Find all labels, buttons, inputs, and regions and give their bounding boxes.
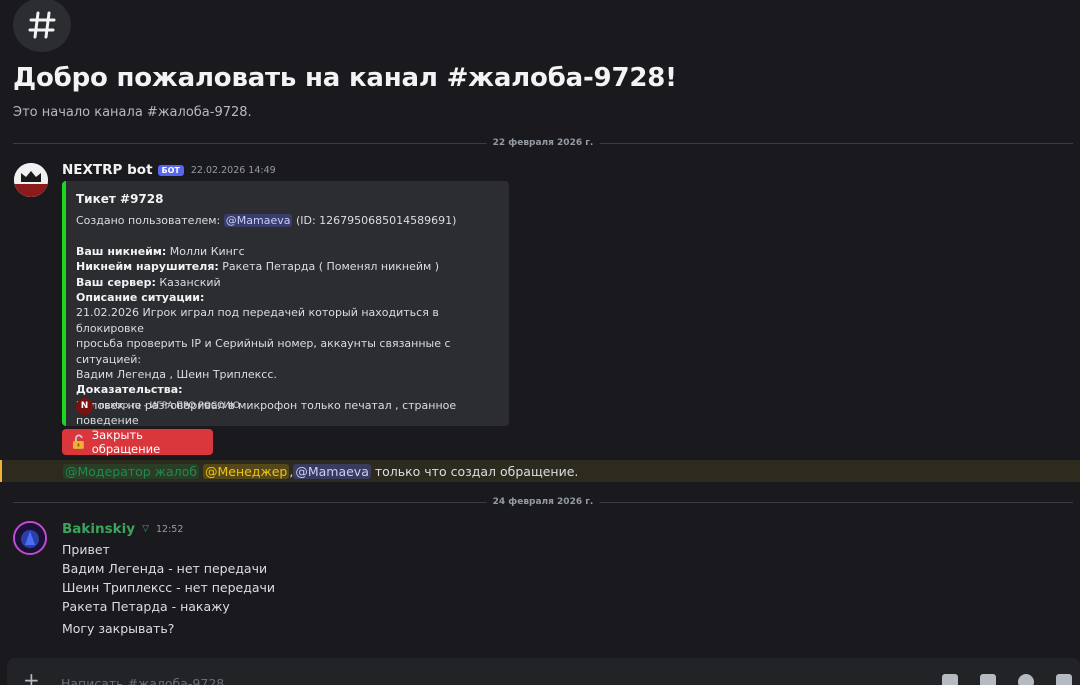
message-line: Шеин Триплексс - нет передачи — [62, 580, 276, 595]
message-timestamp: 12:52 — [155, 523, 184, 535]
apps-icon[interactable] — [1056, 674, 1072, 685]
message-line: Могу закрывать? — [62, 621, 175, 636]
embed-field: Никнейм нарушителя: Ракета Петарда ( Пом… — [76, 259, 499, 274]
gif-icon[interactable] — [942, 674, 958, 685]
user-message-header: Bakinskiy ▽ 12:52 — [62, 521, 183, 537]
field-label: Ваш никнейм: — [76, 244, 167, 258]
role-mention-moderator[interactable]: @Модератор жалоб — [63, 463, 199, 479]
role-mention-manager[interactable]: @Менеджер — [202, 463, 290, 479]
user-mention[interactable]: @Mamaeva — [293, 463, 371, 479]
ticket-embed: Тикет #9728 Создано пользователем: @Mama… — [62, 181, 509, 427]
embed-field: Ваш сервер: Казанский — [76, 275, 499, 290]
embed-footer: N nextrp.ru - ИГРА ПРО РОССИЮ — [76, 398, 240, 415]
bot-username[interactable]: NEXTRP bot — [62, 162, 153, 178]
bot-message-header: NEXTRP bot БОТ 22.02.2026 14:49 — [62, 162, 276, 178]
close-ticket-label: Закрыть обращение — [91, 428, 161, 456]
date-divider: 22 февраля 2026 г. — [13, 138, 1073, 148]
role-tag-icon: ▽ — [142, 524, 149, 534]
user-avatar[interactable] — [13, 521, 47, 555]
embed-footer-text: nextrp.ru - ИГРА ПРО РОССИЮ — [99, 400, 240, 411]
nextrp-logo-icon: N — [76, 398, 93, 415]
page-title: Добро пожаловать на канал #жалоба-9728! — [13, 63, 677, 93]
user-mention[interactable]: @Mamaeva — [223, 214, 293, 228]
notice-text: только что создал обращение. — [370, 463, 579, 479]
channel-start-text: Это начало канала #жалоба-9728. — [13, 105, 252, 120]
message-line: Привет — [62, 542, 110, 557]
created-by-label: Создано пользователем: — [76, 214, 224, 228]
emoji-icon[interactable] — [1018, 674, 1034, 685]
user-message-body: Привет Вадим Легенда - нет передачи Шеин… — [62, 540, 275, 638]
sticker-icon[interactable] — [980, 674, 996, 685]
situation-line: просьба проверить IP и Серийный номер, а… — [76, 337, 451, 366]
date-divider-label: 24 февраля 2026 г. — [486, 497, 600, 507]
evidence-label: Доказательства: — [76, 383, 183, 397]
message-timestamp: 22.02.2026 14:49 — [190, 164, 276, 176]
created-by-id: (ID: 1267950685014589691) — [292, 214, 457, 228]
embed-field: Ваш никнейм: Молли Кингс — [76, 244, 499, 259]
message-line: Ракета Петарда - накажу — [62, 599, 230, 614]
field-label: Ваш сервер: — [76, 275, 156, 289]
field-value: Ракета Петарда ( Поменял никнейм ) — [218, 260, 440, 274]
channel-hash-icon — [13, 0, 71, 52]
bot-avatar[interactable] — [14, 163, 48, 197]
unlock-icon — [72, 434, 84, 449]
message-line: Вадим Легенда - нет передачи — [62, 561, 268, 576]
embed-created-by: Создано пользователем: @Mamaeva (ID: 126… — [76, 213, 499, 228]
mention-notice-row: @Модератор жалоб @Менеджер , @Mamaeva то… — [0, 460, 1080, 482]
field-label: Никнейм нарушителя: — [76, 260, 219, 274]
field-value: Казанский — [155, 275, 221, 289]
message-composer: + — [7, 658, 1080, 685]
date-divider-label: 22 февраля 2026 г. — [486, 138, 600, 148]
bot-badge: БОТ — [157, 164, 184, 176]
situation-line: Вадим Легенда , Шеин Триплексс. — [76, 368, 277, 382]
add-attachment-icon[interactable]: + — [23, 670, 40, 685]
close-ticket-button[interactable]: Закрыть обращение — [62, 428, 213, 456]
situation-label: Описание ситуации: — [76, 291, 205, 305]
user-username[interactable]: Bakinskiy — [62, 521, 135, 537]
date-divider: 24 февраля 2026 г. — [13, 497, 1073, 507]
embed-title: Тикет #9728 — [76, 192, 164, 206]
field-value: Молли Кингс — [166, 244, 245, 258]
situation-line: 21.02.2026 Игрок играл под передачей кот… — [76, 306, 439, 335]
message-input[interactable] — [61, 676, 661, 685]
